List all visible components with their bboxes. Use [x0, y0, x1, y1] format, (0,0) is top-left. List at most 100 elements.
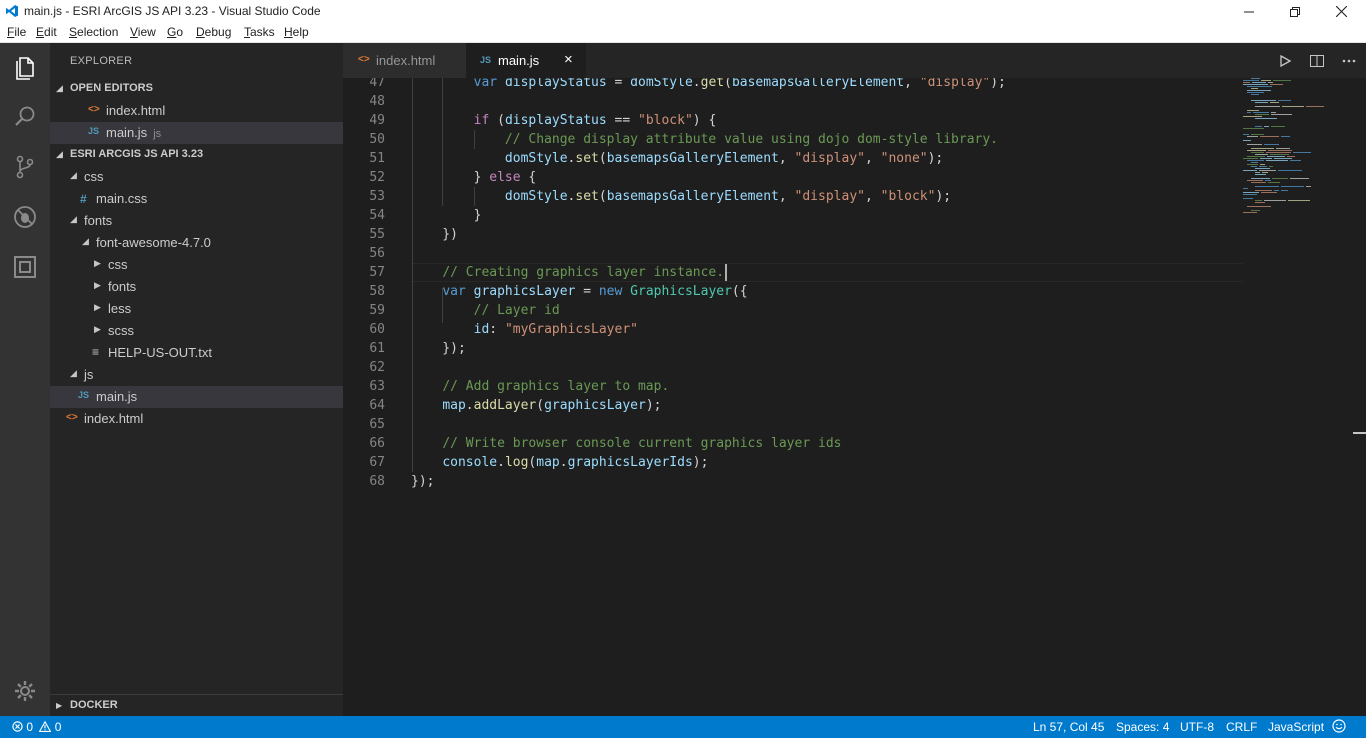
- menu-edit[interactable]: Edit: [36, 25, 57, 39]
- vscode-logo-icon: [6, 5, 18, 17]
- code-line[interactable]: 54 }: [343, 206, 1243, 225]
- encoding[interactable]: UTF-8: [1180, 720, 1214, 734]
- minimap-line: [1243, 116, 1262, 117]
- extensions-activity-button[interactable]: [0, 243, 50, 291]
- tree-folder-fonts[interactable]: ◢ fonts: [50, 210, 343, 232]
- code-token: basemapsGalleryElement: [606, 189, 779, 204]
- code-text: // Layer id: [411, 301, 560, 320]
- problems-indicator[interactable]: 0 0: [12, 720, 61, 734]
- code-line[interactable]: 47 var displayStatus = domStyle.get(base…: [343, 78, 1243, 92]
- tree-folder-css[interactable]: ◢ css: [50, 166, 343, 188]
- code-line[interactable]: 63 // Add graphics layer to map.: [343, 377, 1243, 396]
- minimap[interactable]: [1243, 78, 1353, 218]
- debug-activity-button[interactable]: [0, 193, 50, 241]
- menu-go[interactable]: Go: [167, 25, 183, 39]
- menu-file[interactable]: File: [7, 25, 26, 39]
- code-line[interactable]: 48: [343, 92, 1243, 111]
- minimap-line: [1264, 200, 1286, 201]
- tab-index-html[interactable]: <> index.html: [343, 43, 466, 78]
- tab-label: index.html: [376, 53, 436, 68]
- menu-selection[interactable]: Selection: [69, 25, 118, 39]
- minimap-line: [1270, 102, 1279, 103]
- tree-file-main-js[interactable]: JS main.js: [50, 386, 343, 408]
- line-number: 60: [369, 322, 385, 337]
- minimap-line: [1282, 106, 1304, 107]
- code-line[interactable]: 66 // Write browser console current grap…: [343, 434, 1243, 453]
- open-editor-label: main.js: [106, 125, 148, 140]
- tree-folder-js[interactable]: ◢ js: [50, 364, 343, 386]
- code-line[interactable]: 49 if (displayStatus == "block") {: [343, 111, 1243, 130]
- tree-folder-scss[interactable]: ▶ scss: [50, 320, 343, 342]
- chevron-right-icon: ▶: [94, 302, 101, 312]
- menu-tasks[interactable]: Tasks: [244, 25, 275, 39]
- open-editors-header[interactable]: ◢ OPEN EDITORS: [50, 78, 343, 100]
- code-token: var: [442, 284, 474, 299]
- code-line[interactable]: 50 // Change display attribute value usi…: [343, 130, 1243, 149]
- menu-debug[interactable]: Debug: [196, 25, 231, 39]
- tree-folder-css-sub[interactable]: ▶ css: [50, 254, 343, 276]
- tab-main-js[interactable]: JS main.js ×: [466, 43, 586, 78]
- code-line[interactable]: 58 var graphicsLayer = new GraphicsLayer…: [343, 282, 1243, 301]
- open-editor-main-js[interactable]: JS main.js js: [50, 122, 343, 144]
- search-activity-button[interactable]: [0, 93, 50, 141]
- code-line[interactable]: 56: [343, 244, 1243, 263]
- tree-file-index-html[interactable]: <> index.html: [50, 408, 343, 430]
- code-line[interactable]: 68});: [343, 472, 1243, 491]
- minimize-icon: [1244, 11, 1254, 12]
- code-line[interactable]: 51 domStyle.set(basemapsGalleryElement, …: [343, 149, 1243, 168]
- explorer-activity-button[interactable]: [0, 43, 50, 91]
- code-text: });: [411, 339, 466, 358]
- code-line[interactable]: 65: [343, 415, 1243, 434]
- code-line[interactable]: 52 } else {: [343, 168, 1243, 187]
- menu-view[interactable]: View: [130, 25, 156, 39]
- tree-file-help-us-out[interactable]: ≡ HELP-US-OUT.txt: [50, 342, 343, 364]
- minimap-line: [1243, 212, 1257, 213]
- minimap-line: [1251, 94, 1259, 95]
- cursor-position[interactable]: Ln 57, Col 45: [1033, 720, 1104, 734]
- code-line[interactable]: 53 domStyle.set(basemapsGalleryElement, …: [343, 187, 1243, 206]
- close-window-button[interactable]: [1318, 0, 1364, 23]
- code-line[interactable]: 60 id: "myGraphicsLayer": [343, 320, 1243, 339]
- minimap-line: [1271, 114, 1292, 115]
- minimap-line: [1265, 180, 1271, 181]
- tree-folder-less[interactable]: ▶ less: [50, 298, 343, 320]
- manage-button[interactable]: [0, 667, 50, 715]
- code-line[interactable]: 57 // Creating graphics layer instance.: [343, 263, 1243, 282]
- language-mode[interactable]: JavaScript: [1268, 720, 1324, 734]
- menu-help[interactable]: Help: [284, 25, 309, 39]
- code-token: set: [575, 189, 599, 204]
- tree-file-main-css[interactable]: # main.css: [50, 188, 343, 210]
- tree-label: main.css: [96, 191, 148, 206]
- code-line[interactable]: 61 });: [343, 339, 1243, 358]
- code-line[interactable]: 59 // Layer id: [343, 301, 1243, 320]
- code-token: ,: [778, 151, 795, 166]
- minimap-line: [1243, 128, 1264, 129]
- line-ending[interactable]: CRLF: [1226, 720, 1257, 734]
- tab-close-icon[interactable]: ×: [564, 51, 573, 68]
- feedback-button[interactable]: [1332, 719, 1346, 736]
- workspace-header[interactable]: ◢ ESRI ARCGIS JS API 3.23: [50, 144, 343, 166]
- run-button[interactable]: [1275, 51, 1295, 71]
- docker-header[interactable]: ▶ DOCKER: [50, 694, 343, 716]
- minimize-button[interactable]: [1226, 0, 1272, 23]
- split-editor-button[interactable]: [1307, 51, 1327, 71]
- code-line[interactable]: 55 }): [343, 225, 1243, 244]
- minimap-line: [1262, 172, 1268, 173]
- source-control-activity-button[interactable]: [0, 143, 50, 191]
- open-editor-index-html[interactable]: <> index.html: [50, 100, 343, 122]
- code-line[interactable]: 62: [343, 358, 1243, 377]
- indentation[interactable]: Spaces: 4: [1116, 720, 1169, 734]
- minimap-line: [1255, 190, 1272, 191]
- minimap-line: [1253, 112, 1269, 113]
- code-editor[interactable]: 47 var displayStatus = domStyle.get(base…: [343, 78, 1366, 716]
- code-line[interactable]: 67 console.log(map.graphicsLayerIds);: [343, 453, 1243, 472]
- code-line[interactable]: 64 map.addLayer(graphicsLayer);: [343, 396, 1243, 415]
- more-actions-button[interactable]: [1339, 51, 1359, 71]
- tree-folder-font-awesome[interactable]: ◢ font-awesome-4.7.0: [50, 232, 343, 254]
- scrollbar-position-marker[interactable]: [1353, 432, 1366, 434]
- restore-button[interactable]: [1272, 0, 1318, 23]
- tree-folder-fonts-sub[interactable]: ▶ fonts: [50, 276, 343, 298]
